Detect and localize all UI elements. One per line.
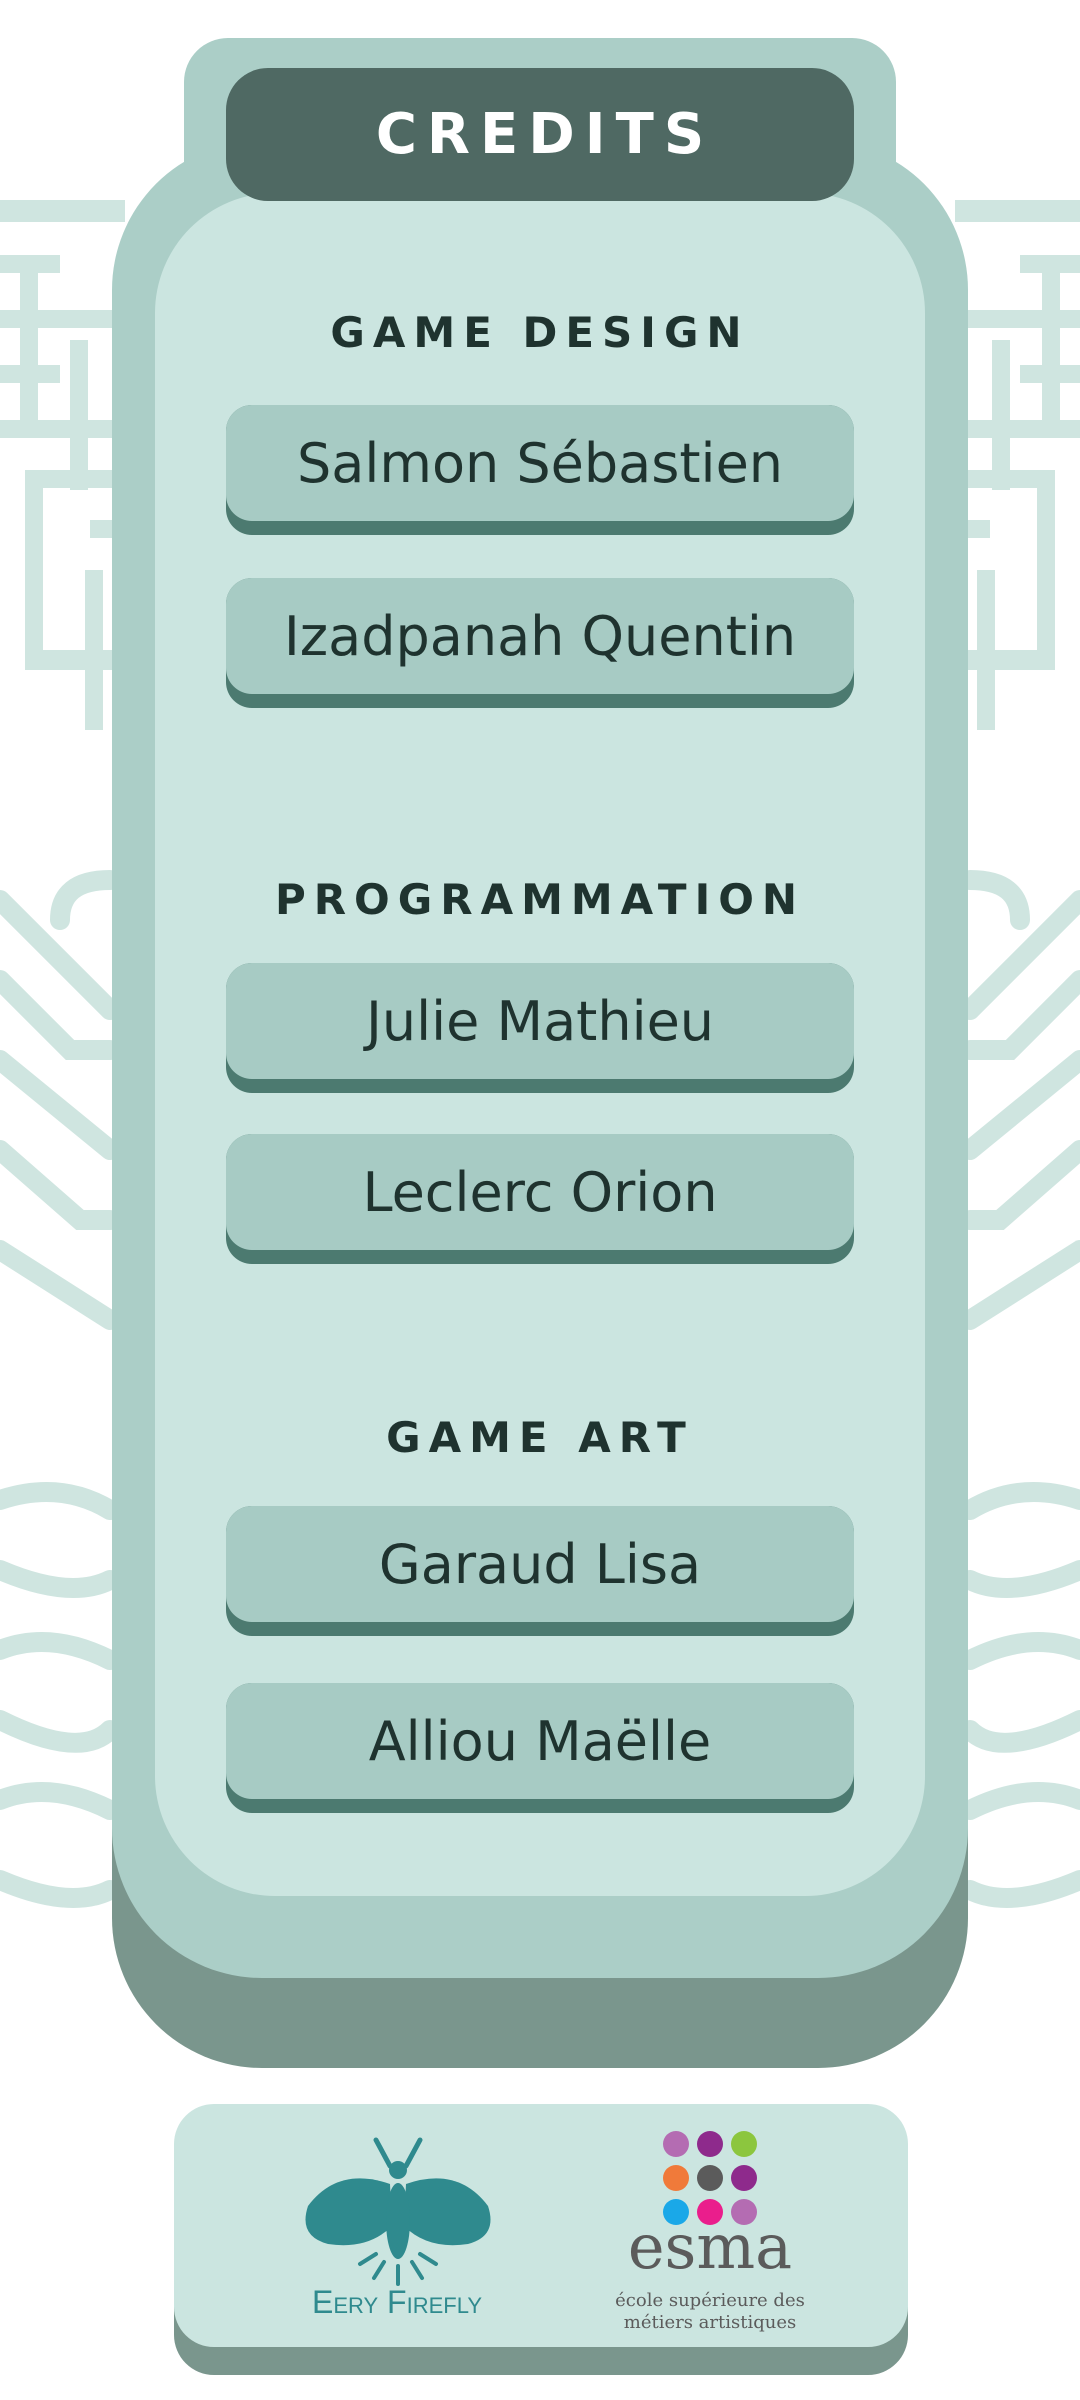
studio-name: Eery Firefly bbox=[311, 2284, 482, 2320]
school-tagline-line2: métiers artistiques bbox=[623, 2312, 797, 2333]
school-tagline: école supérieure des métiers artistiques bbox=[600, 2290, 820, 2334]
credit-name: Garaud Lisa bbox=[378, 1532, 702, 1596]
section-heading-programmation: PROGRAMMATION bbox=[274, 875, 806, 924]
school-tagline-line1: école supérieure des bbox=[615, 2290, 805, 2311]
credit-name: Leclerc Orion bbox=[362, 1160, 718, 1224]
credit-name: Salmon Sébastien bbox=[296, 431, 784, 495]
section-heading-game-art: GAME ART bbox=[386, 1413, 694, 1462]
name-card: Izadpanah Quentin bbox=[226, 578, 854, 708]
credit-name: Julie Mathieu bbox=[365, 989, 715, 1053]
name-card: Salmon Sébastien bbox=[226, 405, 854, 535]
name-card: Garaud Lisa bbox=[226, 1506, 854, 1636]
title-bar: CREDITS bbox=[226, 68, 854, 201]
page-title: CREDITS bbox=[375, 102, 715, 167]
name-card: Alliou Maëlle bbox=[226, 1683, 854, 1813]
name-card: Leclerc Orion bbox=[226, 1134, 854, 1264]
school-name: esma bbox=[627, 2210, 793, 2283]
firefly-logo-icon bbox=[305, 2137, 491, 2286]
credit-name: Alliou Maëlle bbox=[368, 1709, 712, 1773]
credit-name: Izadpanah Quentin bbox=[283, 604, 797, 668]
name-card: Julie Mathieu bbox=[226, 963, 854, 1093]
section-heading-game-design: GAME DESIGN bbox=[330, 308, 750, 357]
